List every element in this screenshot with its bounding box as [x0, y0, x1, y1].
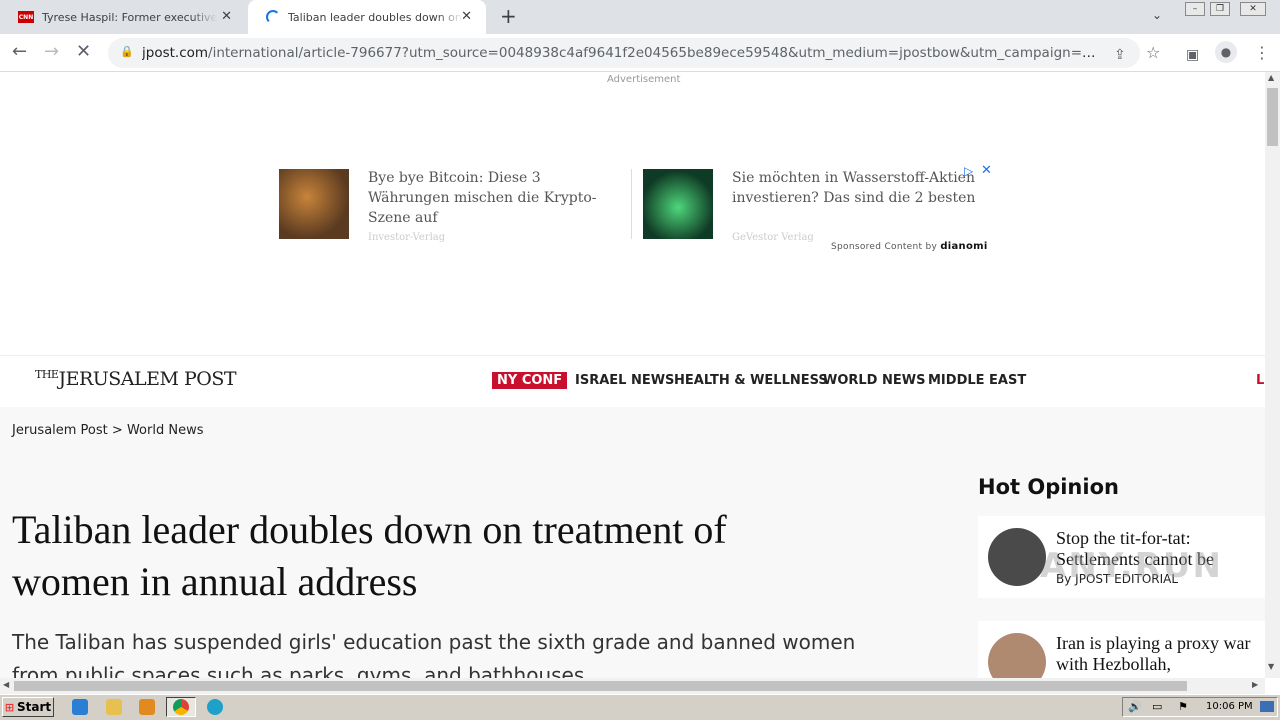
ad-label: Advertisement: [607, 74, 681, 85]
media-player-icon[interactable]: [139, 699, 155, 715]
nav-middle-east[interactable]: MIDDLE EAST: [928, 373, 1026, 388]
logo-the: THE: [35, 368, 59, 381]
edge-icon[interactable]: [207, 699, 223, 715]
newspaper-avatar: [988, 528, 1046, 586]
ad-area: Advertisement Bye bye Bitcoin: Diese 3 W…: [0, 72, 1265, 355]
forward-icon[interactable]: →: [44, 42, 59, 62]
tab-title: Tyrese Haspil: Former executive assi: [42, 10, 217, 24]
system-tray: [1122, 697, 1278, 717]
cnn-favicon-icon: CNN: [18, 11, 34, 23]
menu-icon[interactable]: ⋮: [1254, 43, 1270, 63]
url-path: /international/article-796677?utm_source…: [208, 45, 1102, 61]
network-icon[interactable]: ▭: [1152, 700, 1162, 713]
vertical-scroll-thumb[interactable]: [1267, 88, 1278, 146]
hot-opinion-title: Hot Opinion: [978, 475, 1119, 499]
breadcrumb: Jerusalem Post > World News: [12, 423, 203, 438]
author-avatar: [988, 633, 1046, 678]
loading-spinner-icon: [266, 10, 280, 24]
chrome-icon: [173, 699, 189, 715]
sponsored-text: Sponsored Content by: [831, 242, 938, 252]
close-tab-icon[interactable]: ✕: [461, 9, 472, 24]
article-headline: Taliban leader doubles down on treatment…: [12, 507, 727, 604]
url-text[interactable]: jpost.com/international/article-796677?u…: [142, 45, 1102, 61]
tab-cnn[interactable]: CNN Tyrese Haspil: Former executive assi…: [0, 0, 246, 34]
watermark-logo: ANY.RUN: [1040, 546, 1223, 586]
scroll-left-icon[interactable]: ◀: [3, 680, 9, 689]
minimize-button[interactable]: –: [1185, 2, 1205, 16]
stop-loading-icon[interactable]: ✕: [76, 42, 91, 62]
ad-image-crypto[interactable]: [279, 169, 349, 239]
opinion-title[interactable]: Iran is playing a proxy war with Hezboll…: [1056, 633, 1256, 675]
bookmark-star-icon[interactable]: ☆: [1146, 43, 1160, 63]
profile-icon[interactable]: ●: [1215, 41, 1237, 63]
close-ad-icon[interactable]: ✕: [981, 163, 992, 178]
ad-source: Investor-Verlag: [368, 232, 446, 243]
nav-world-news[interactable]: WORLD NEWS: [823, 373, 925, 388]
sponsor-brand: dianomi: [940, 241, 988, 252]
ad-headline[interactable]: Sie möchten in Wasserstoff-Aktien invest…: [732, 168, 982, 208]
site-navbar: THEJERUSALEM POST NY CONF ISRAEL NEWS HE…: [0, 355, 1265, 407]
nav-ny-conf[interactable]: NY CONF: [492, 372, 568, 389]
restore-button[interactable]: ❐: [1210, 2, 1230, 16]
tab-strip: CNN Tyrese Haspil: Former executive assi…: [0, 0, 1280, 34]
lock-icon[interactable]: 🔒: [120, 45, 134, 58]
opinion-card[interactable]: Iran is playing a proxy war with Hezboll…: [978, 621, 1265, 678]
breadcrumb-section[interactable]: World News: [127, 423, 204, 438]
site-logo[interactable]: THEJERUSALEM POST: [35, 368, 237, 390]
start-button[interactable]: ⊞ Start: [2, 697, 54, 717]
close-window-button[interactable]: ✕: [1240, 2, 1266, 16]
breadcrumb-root[interactable]: Jerusalem Post: [12, 423, 108, 438]
start-label: Start: [17, 700, 52, 714]
volume-icon[interactable]: 🔊: [1128, 700, 1142, 713]
share-icon[interactable]: ⇪: [1114, 45, 1126, 65]
adchoices-icon[interactable]: ▷: [964, 164, 973, 178]
ad-image-car[interactable]: [643, 169, 713, 239]
tab-title: Taliban leader doubles down on treat: [288, 10, 463, 24]
clock[interactable]: 10:06 PM: [1206, 701, 1253, 712]
flag-icon[interactable]: ⚑: [1178, 700, 1188, 713]
tab-jpost[interactable]: Taliban leader doubles down on treat ✕: [248, 0, 486, 34]
article-subhead: The Taliban has suspended girls' educati…: [12, 630, 856, 678]
nav-israel-news[interactable]: ISRAEL NEWS: [575, 373, 674, 388]
folder-icon[interactable]: [106, 699, 122, 715]
ad-source: GeVestor Verlag: [732, 232, 814, 243]
close-tab-icon[interactable]: ✕: [221, 9, 232, 24]
logo-name: JERUSALEM POST: [58, 368, 237, 390]
url-domain: jpost.com: [142, 45, 209, 61]
back-icon[interactable]: ←: [12, 42, 27, 62]
ad-divider: [631, 169, 632, 239]
sponsored-label: Sponsored Content by dianomi: [831, 241, 988, 252]
new-tab-icon[interactable]: +: [500, 6, 517, 26]
nav-cut-item[interactable]: L: [1256, 373, 1264, 388]
show-desktop-icon[interactable]: [1260, 701, 1274, 712]
vertical-scrollbar[interactable]: [1265, 72, 1280, 678]
chevron-down-icon[interactable]: ⌄: [1152, 8, 1162, 22]
breadcrumb-separator: >: [111, 423, 123, 438]
horizontal-scroll-thumb[interactable]: [14, 681, 1187, 691]
scroll-up-icon[interactable]: ▲: [1268, 73, 1274, 82]
web-page: Advertisement Bye bye Bitcoin: Diese 3 W…: [0, 72, 1265, 678]
side-panel-icon[interactable]: ▣: [1186, 45, 1199, 65]
nav-health-wellness[interactable]: HEALTH & WELLNESS: [674, 373, 828, 388]
ad-headline[interactable]: Bye bye Bitcoin: Diese 3 Währungen misch…: [368, 168, 618, 228]
windows-logo-icon: ⊞: [4, 700, 15, 714]
scroll-right-icon[interactable]: ▶: [1252, 680, 1258, 689]
scroll-down-icon[interactable]: ▼: [1268, 662, 1274, 671]
ie-icon[interactable]: [72, 699, 88, 715]
